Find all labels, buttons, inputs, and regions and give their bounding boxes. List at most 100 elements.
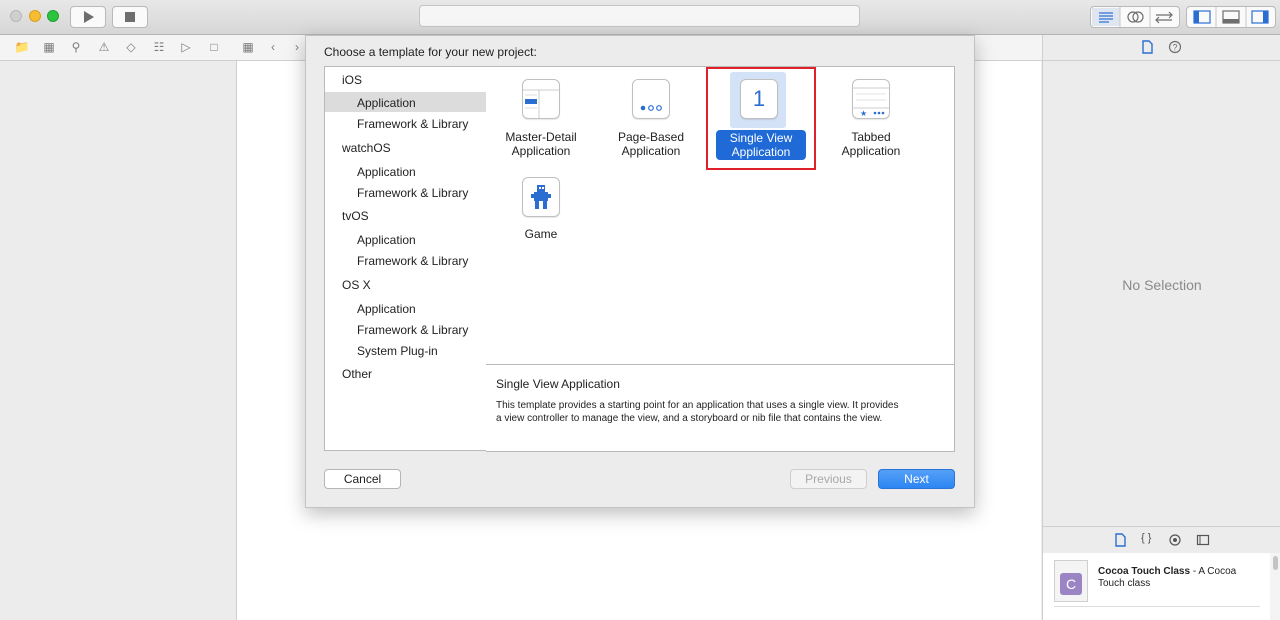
- view-toggle-group: [1186, 6, 1276, 28]
- code-snippet-library-icon[interactable]: { }: [1141, 532, 1151, 544]
- breakpoint-navigator-icon[interactable]: ▷: [177, 39, 195, 55]
- version-editor-icon[interactable]: [1155, 11, 1173, 24]
- related-items-icon[interactable]: ▦: [239, 39, 257, 55]
- debug-navigator-icon[interactable]: ☷: [150, 39, 168, 55]
- page-based-icon: [632, 79, 670, 119]
- symbol-navigator-icon[interactable]: ▦: [40, 39, 58, 55]
- assistant-editor-icon[interactable]: [1127, 11, 1144, 23]
- sidebar-item-osx-application[interactable]: Application: [357, 302, 416, 316]
- template-master-detail-label: Master-Detail Application: [486, 130, 596, 158]
- standard-editor-icon[interactable]: [1092, 8, 1120, 26]
- sidebar-group-ios[interactable]: iOS: [342, 73, 362, 87]
- project-navigator-icon[interactable]: 📁: [13, 39, 31, 55]
- stop-button[interactable]: [112, 6, 148, 28]
- test-navigator-icon[interactable]: ◇: [122, 39, 140, 55]
- class-letter-icon: C: [1060, 573, 1082, 595]
- template-single-view[interactable]: 1 Single View Application: [706, 67, 816, 170]
- object-library-icon[interactable]: [1168, 533, 1182, 547]
- cancel-button[interactable]: Cancel: [324, 469, 401, 489]
- label-line1: Tabbed: [851, 130, 891, 144]
- single-view-icon: 1: [740, 79, 778, 119]
- label-line2: Application: [511, 144, 571, 158]
- label-line1: Master-Detail: [505, 130, 577, 144]
- sidebar-group-osx[interactable]: OS X: [342, 278, 371, 292]
- forward-arrow-icon[interactable]: ›: [288, 39, 306, 55]
- master-detail-icon: [522, 79, 560, 119]
- sidebar-item-ios-framework[interactable]: Framework & Library: [357, 117, 468, 131]
- debug-area-toggle-icon[interactable]: [1222, 10, 1240, 24]
- label-line2: Application: [621, 144, 681, 158]
- template-grid: Master-Detail Application Page-Based Appli…: [486, 66, 955, 365]
- template-single-view-label: Single View Application: [716, 130, 806, 160]
- stop-icon: [125, 12, 135, 22]
- media-library-icon[interactable]: [1196, 533, 1210, 547]
- template-game-label: Game: [524, 227, 558, 241]
- play-icon: [84, 11, 94, 23]
- inspector-tab-bar: ?: [1043, 35, 1280, 61]
- sidebar-item-osx-system-plugin[interactable]: System Plug-in: [357, 344, 438, 358]
- template-page-based-label: Page-Based Application: [596, 130, 706, 158]
- dialog-title: Choose a template for your new project:: [324, 45, 537, 59]
- sidebar-group-watchos[interactable]: watchOS: [342, 141, 391, 155]
- utilities-pane: ? No Selection { } C Cocoa Touch Class -…: [1042, 35, 1280, 620]
- library-tab-bar: { }: [1043, 526, 1280, 554]
- minimize-window-button[interactable]: [29, 10, 41, 22]
- template-page-based[interactable]: Page-Based Application: [596, 67, 706, 167]
- scrollbar-thumb[interactable]: [1273, 556, 1278, 570]
- zoom-window-button[interactable]: [47, 10, 59, 22]
- file-inspector-icon[interactable]: [1140, 40, 1154, 54]
- library-item-desc-inline: - A Cocoa: [1190, 566, 1237, 577]
- description-body: This template provides a starting point …: [496, 399, 946, 425]
- template-game[interactable]: Game: [486, 167, 596, 247]
- tabbed-icon: ★: [852, 79, 890, 119]
- report-navigator-icon[interactable]: □: [205, 39, 223, 55]
- svg-text:?: ?: [1172, 43, 1177, 53]
- sidebar-group-other[interactable]: Other: [342, 367, 372, 381]
- activity-viewer: [419, 5, 860, 27]
- sidebar-item-ios-application[interactable]: Application: [357, 96, 416, 110]
- description-line2: a view controller to manage the view, an…: [496, 413, 883, 424]
- template-tabbed-label: Tabbed Application: [816, 130, 926, 158]
- template-description: Single View Application This template pr…: [486, 364, 955, 452]
- game-icon: [522, 177, 560, 217]
- library-scrollbar[interactable]: [1270, 553, 1280, 620]
- issue-navigator-icon[interactable]: ⚠: [95, 39, 113, 55]
- previous-button[interactable]: Previous: [790, 469, 867, 489]
- library-item-title: Cocoa Touch Class: [1098, 566, 1191, 577]
- description-title: Single View Application: [496, 377, 620, 391]
- sidebar-item-osx-framework[interactable]: Framework & Library: [357, 323, 468, 337]
- next-button[interactable]: Next: [878, 469, 955, 489]
- run-button[interactable]: [70, 6, 106, 28]
- sidebar-item-watchos-application[interactable]: Application: [357, 165, 416, 179]
- sidebar-item-tvos-application[interactable]: Application: [357, 233, 416, 247]
- editor-mode-group: [1090, 6, 1180, 28]
- description-line1: This template provides a starting point …: [496, 400, 899, 411]
- label-line1: Page-Based: [617, 130, 685, 144]
- window-toolbar: [0, 0, 1280, 35]
- platform-sidebar: iOS Application Framework & Library watc…: [324, 66, 487, 451]
- no-selection-label: No Selection: [1122, 277, 1202, 293]
- utilities-toggle-icon[interactable]: [1251, 10, 1269, 24]
- quick-help-icon[interactable]: ?: [1168, 40, 1182, 54]
- find-navigator-icon[interactable]: ⚲: [67, 39, 85, 55]
- file-icon: C: [1054, 560, 1088, 602]
- template-tabbed[interactable]: ★ Tabbed Application: [816, 67, 926, 167]
- back-arrow-icon[interactable]: ‹: [264, 39, 282, 55]
- sidebar-item-watchos-framework[interactable]: Framework & Library: [357, 186, 468, 200]
- library-item-desc-line2: Touch class: [1098, 578, 1151, 589]
- sidebar-group-tvos[interactable]: tvOS: [342, 209, 369, 223]
- label-line2: Application: [731, 145, 791, 159]
- navigator-pane: [0, 61, 237, 620]
- close-window-button[interactable]: [10, 10, 22, 22]
- navigator-toggle-icon[interactable]: [1193, 10, 1211, 24]
- svg-text:★: ★: [860, 109, 867, 118]
- library-list: C Cocoa Touch Class - A Cocoa Touch clas…: [1043, 553, 1270, 620]
- sidebar-item-tvos-framework[interactable]: Framework & Library: [357, 254, 468, 268]
- library-item-cocoa-touch-class[interactable]: C Cocoa Touch Class - A Cocoa Touch clas…: [1054, 560, 1260, 607]
- single-view-number: 1: [752, 86, 766, 111]
- library-item-text: Cocoa Touch Class - A Cocoa Touch class: [1098, 566, 1258, 590]
- file-template-library-icon[interactable]: [1113, 533, 1127, 547]
- label-line1: Single View: [729, 131, 793, 145]
- template-master-detail[interactable]: Master-Detail Application: [486, 67, 596, 167]
- label-line2: Application: [841, 144, 901, 158]
